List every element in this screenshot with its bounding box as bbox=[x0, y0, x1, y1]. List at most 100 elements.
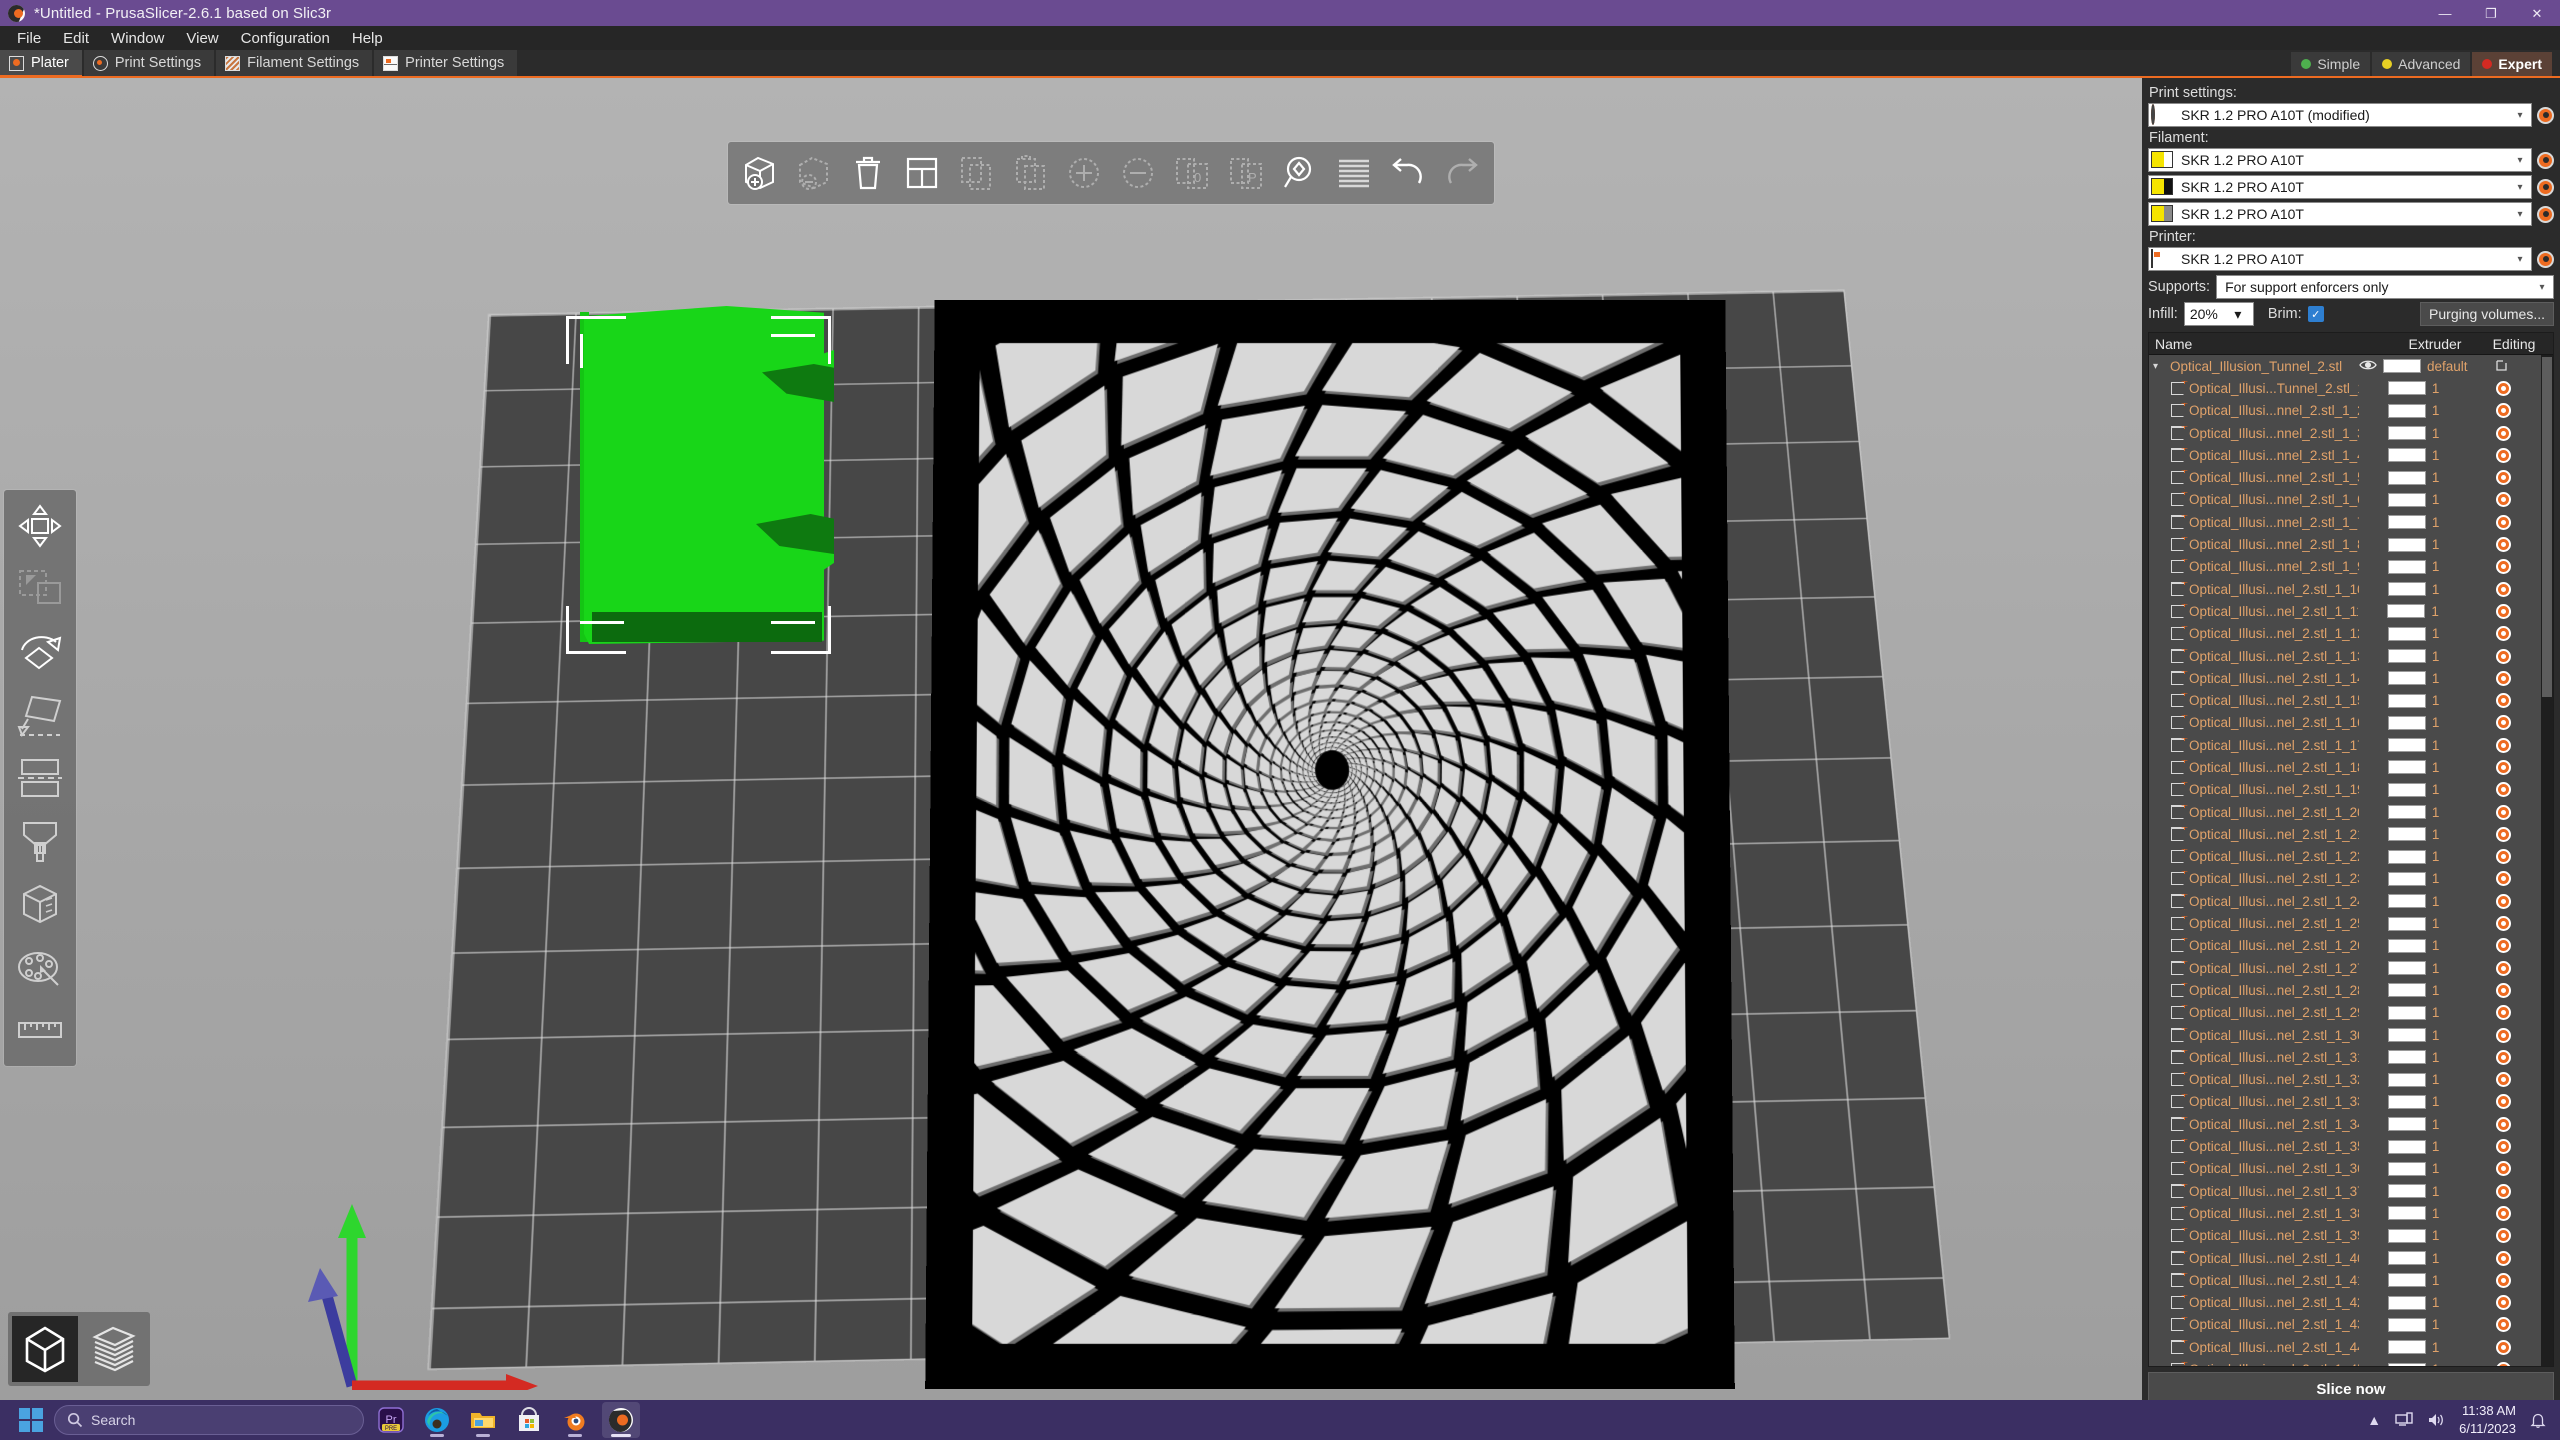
part-settings-gear-icon[interactable] bbox=[2495, 715, 2511, 731]
taskbar-search-box[interactable]: Search bbox=[54, 1405, 364, 1435]
undo-button[interactable] bbox=[1382, 147, 1434, 199]
delete-all-button[interactable] bbox=[842, 147, 894, 199]
3d-viewport[interactable]: 0 P bbox=[0, 78, 2142, 1400]
paste-button[interactable] bbox=[1004, 147, 1056, 199]
table-row[interactable]: Optical_Illusi...nel_2.stl_1_12 1 bbox=[2149, 623, 2541, 645]
chevron-down-icon[interactable]: ▾ bbox=[2509, 203, 2531, 225]
table-row[interactable]: Optical_Illusi...nel_2.stl_1_31 1 bbox=[2149, 1046, 2541, 1068]
add-object-button[interactable] bbox=[734, 147, 786, 199]
tab-plater[interactable]: Plater bbox=[0, 50, 82, 78]
table-row[interactable]: Optical_Illusi...nel_2.stl_1_39 1 bbox=[2149, 1225, 2541, 1247]
part-settings-gear-icon[interactable] bbox=[2495, 782, 2511, 798]
part-settings-gear-icon[interactable] bbox=[2495, 470, 2511, 486]
cut-tool-button[interactable] bbox=[10, 748, 70, 808]
table-row[interactable]: Optical_Illusi...nel_2.stl_1_30 1 bbox=[2149, 1024, 2541, 1046]
table-row[interactable]: Optical_Illusi...nel_2.stl_1_21 1 bbox=[2149, 823, 2541, 845]
part-settings-gear-icon[interactable] bbox=[2495, 380, 2511, 396]
part-settings-gear-icon[interactable] bbox=[2495, 1049, 2511, 1065]
part-settings-gear-icon[interactable] bbox=[2495, 916, 2511, 932]
table-row[interactable]: Optical_Illusi...Tunnel_2.stl_1 1 bbox=[2149, 377, 2541, 399]
chevron-down-icon[interactable]: ▾ bbox=[2509, 176, 2531, 198]
move-tool-button[interactable] bbox=[10, 496, 70, 556]
printer-edit-gear-icon[interactable] bbox=[2537, 250, 2554, 268]
table-row[interactable]: Optical_Illusi...nel_2.stl_1_26 1 bbox=[2149, 935, 2541, 957]
table-row[interactable]: Optical_Illusi...nel_2.stl_1_27 1 bbox=[2149, 957, 2541, 979]
tab-printer-settings[interactable]: Printer Settings bbox=[374, 50, 518, 76]
part-settings-gear-icon[interactable] bbox=[2495, 559, 2511, 575]
filament-edit-gear-icon-1[interactable] bbox=[2537, 151, 2554, 169]
network-icon[interactable] bbox=[2395, 1412, 2413, 1428]
part-settings-gear-icon[interactable] bbox=[2495, 670, 2511, 686]
table-row[interactable]: Optical_Illusi...nel_2.stl_1_24 1 bbox=[2149, 890, 2541, 912]
part-settings-gear-icon[interactable] bbox=[2495, 492, 2511, 508]
chevron-down-icon[interactable]: ▾ bbox=[2531, 276, 2553, 298]
part-settings-gear-icon[interactable] bbox=[2495, 893, 2511, 909]
table-row[interactable]: Optical_Illusi...nel_2.stl_1_44 1 bbox=[2149, 1336, 2541, 1358]
part-settings-gear-icon[interactable] bbox=[2495, 1339, 2511, 1355]
part-settings-gear-icon[interactable] bbox=[2495, 1161, 2511, 1177]
table-row[interactable]: Optical_Illusi...nnel_2.stl_1_6 1 bbox=[2149, 489, 2541, 511]
part-settings-gear-icon[interactable] bbox=[2495, 1116, 2511, 1132]
taskbar-clock[interactable]: 11:38 AM 6/11/2023 bbox=[2459, 1402, 2516, 1437]
copy-button[interactable] bbox=[950, 147, 1002, 199]
measure-tool-button[interactable] bbox=[10, 1000, 70, 1060]
part-settings-gear-icon[interactable] bbox=[2495, 1228, 2511, 1244]
table-row[interactable]: Optical_Illusi...nel_2.stl_1_36 1 bbox=[2149, 1158, 2541, 1180]
editor-view-button[interactable] bbox=[12, 1316, 78, 1382]
search-icon[interactable] bbox=[1274, 147, 1326, 199]
table-row[interactable]: Optical_Illusi...nel_2.stl_1_16 1 bbox=[2149, 712, 2541, 734]
part-settings-gear-icon[interactable] bbox=[2495, 514, 2511, 530]
table-row[interactable]: Optical_Illusi...nnel_2.stl_1_5 1 bbox=[2149, 466, 2541, 488]
part-settings-gear-icon[interactable] bbox=[2495, 1183, 2511, 1199]
menu-window[interactable]: Window bbox=[100, 27, 175, 50]
table-row[interactable]: Optical_Illusi...nnel_2.stl_1_4 1 bbox=[2149, 444, 2541, 466]
filament-edit-gear-icon-2[interactable] bbox=[2537, 178, 2554, 196]
split-to-objects-button[interactable]: 0 bbox=[1166, 147, 1218, 199]
menu-view[interactable]: View bbox=[175, 27, 229, 50]
menu-configuration[interactable]: Configuration bbox=[230, 27, 341, 50]
taskbar-app-prusaslicer[interactable] bbox=[602, 1402, 640, 1438]
table-row[interactable]: Optical_Illusi...nel_2.stl_1_34 1 bbox=[2149, 1113, 2541, 1135]
redo-button[interactable] bbox=[1436, 147, 1488, 199]
table-row[interactable]: Optical_Illusi...nnel_2.stl_1_9 1 bbox=[2149, 556, 2541, 578]
start-button-icon[interactable] bbox=[16, 1405, 46, 1435]
part-settings-gear-icon[interactable] bbox=[2495, 1139, 2511, 1155]
table-row[interactable]: Optical_Illusi...nel_2.stl_1_22 1 bbox=[2149, 846, 2541, 868]
tab-filament-settings[interactable]: Filament Settings bbox=[216, 50, 373, 76]
volume-icon[interactable] bbox=[2427, 1412, 2445, 1428]
table-row[interactable]: Optical_Illusi...nel_2.stl_1_13 1 bbox=[2149, 645, 2541, 667]
part-settings-gear-icon[interactable] bbox=[2495, 1205, 2511, 1221]
part-settings-gear-icon[interactable] bbox=[2495, 1272, 2511, 1288]
part-settings-gear-icon[interactable] bbox=[2495, 403, 2511, 419]
filament-combo-3[interactable]: SKR 1.2 PRO A10T ▾ bbox=[2148, 202, 2532, 226]
part-settings-gear-icon[interactable] bbox=[2495, 626, 2511, 642]
close-button[interactable]: ✕ bbox=[2514, 0, 2560, 26]
print-settings-combo[interactable]: SKR 1.2 PRO A10T (modified) ▾ bbox=[2148, 103, 2532, 127]
rotate-tool-button[interactable] bbox=[10, 622, 70, 682]
printer-combo[interactable]: SKR 1.2 PRO A10T ▾ bbox=[2148, 247, 2532, 271]
table-row[interactable]: Optical_Illusi...nel_2.stl_1_17 1 bbox=[2149, 734, 2541, 756]
selected-object-model[interactable] bbox=[566, 306, 834, 658]
table-row[interactable]: Optical_Illusi...nel_2.stl_1_23 1 bbox=[2149, 868, 2541, 890]
menu-edit[interactable]: Edit bbox=[52, 27, 100, 50]
taskbar-app-file-explorer[interactable] bbox=[464, 1402, 502, 1438]
object-settings-icon[interactable] bbox=[2495, 357, 2510, 375]
part-settings-gear-icon[interactable] bbox=[2495, 849, 2511, 865]
preview-view-button[interactable] bbox=[80, 1316, 146, 1382]
infill-combo[interactable]: 20% ▾ bbox=[2183, 302, 2254, 326]
part-settings-gear-icon[interactable] bbox=[2495, 1027, 2511, 1043]
part-settings-gear-icon[interactable] bbox=[2495, 1295, 2511, 1311]
table-row[interactable]: Optical_Illusi...nel_2.stl_1_19 1 bbox=[2149, 779, 2541, 801]
table-row[interactable]: Optical_Illusi...nel_2.stl_1_28 1 bbox=[2149, 979, 2541, 1001]
table-row[interactable]: Optical_Illusi...nel_2.stl_1_38 1 bbox=[2149, 1202, 2541, 1224]
mode-simple-button[interactable]: Simple bbox=[2291, 52, 2371, 76]
part-settings-gear-icon[interactable] bbox=[2495, 1072, 2511, 1088]
table-row[interactable]: Optical_Illusi...nel_2.stl_1_42 1 bbox=[2149, 1291, 2541, 1313]
part-settings-gear-icon[interactable] bbox=[2495, 537, 2511, 553]
scrollbar-thumb[interactable] bbox=[2542, 357, 2552, 697]
filament-combo-1[interactable]: SKR 1.2 PRO A10T ▾ bbox=[2148, 148, 2532, 172]
table-row[interactable]: Optical_Illusi...nel_2.stl_1_11 1 bbox=[2149, 600, 2541, 622]
object-list-body[interactable]: ▾ Optical_Illusion_Tunnel_2.stl default Opt… bbox=[2149, 355, 2541, 1366]
table-row[interactable]: Optical_Illusi...nel_2.stl_1_40 1 bbox=[2149, 1247, 2541, 1269]
part-settings-gear-icon[interactable] bbox=[2495, 1317, 2511, 1333]
